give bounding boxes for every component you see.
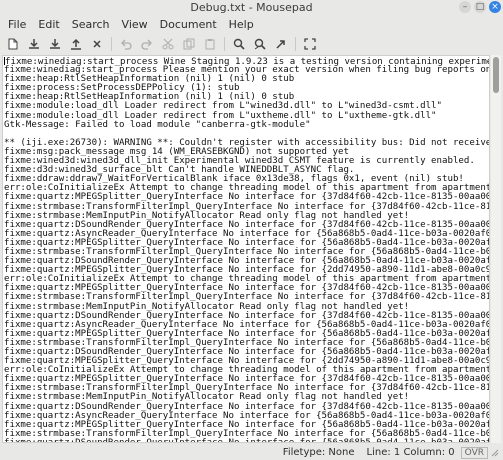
menu-file[interactable]: File (2, 18, 32, 31)
toolbar-separator (224, 37, 225, 51)
save-icon (49, 39, 60, 49)
toolbar-separator (111, 37, 112, 51)
new-document-button[interactable] (4, 36, 21, 53)
menubar: File Edit Search View Document Help (0, 15, 503, 33)
undo-button[interactable] (117, 36, 134, 53)
find-button[interactable] (230, 36, 247, 53)
overwrite-mode-indicator[interactable]: OVR (460, 446, 488, 459)
toolbar-separator (295, 37, 296, 51)
paste-icon (205, 39, 214, 50)
menu-search[interactable]: Search (66, 18, 116, 31)
fullscreen-icon (303, 38, 316, 50)
line-text: Gtk-Message: Failed to load module "canb… (4, 119, 311, 130)
close-document-icon (92, 40, 101, 48)
statusbar: Filetype: None Line: 1 Column: 0 OVR (0, 445, 503, 460)
menu-document[interactable]: Document (154, 18, 223, 31)
editor-text: fixme:winediag:start_process Wine Stagin… (3, 56, 490, 443)
line-text: fixme:quartz:DSoundRender_QueryInterface… (4, 437, 490, 443)
goto-button[interactable] (272, 36, 289, 53)
copy-button[interactable] (180, 36, 197, 53)
text-line: fixme:quartz:DSoundRender_QueryInterface… (4, 437, 490, 443)
fullscreen-button[interactable] (301, 36, 318, 53)
copy-icon (183, 38, 194, 50)
redo-icon (140, 39, 152, 50)
resize-grip-icon[interactable] (491, 449, 499, 457)
minimize-button[interactable]: – (459, 1, 471, 13)
toolbar (0, 35, 503, 53)
undo-icon (120, 39, 132, 50)
cut-icon (162, 38, 173, 50)
menu-view[interactable]: View (116, 18, 154, 31)
save-as-icon (70, 38, 81, 50)
window-controls: – □ × (459, 1, 501, 13)
vertical-scrollbar[interactable] (491, 55, 501, 443)
cut-button[interactable] (159, 36, 176, 53)
goto-icon (275, 40, 285, 49)
redo-button[interactable] (138, 36, 155, 53)
filetype-indicator[interactable]: Filetype: None (277, 447, 361, 458)
new-document-icon (8, 38, 17, 50)
scrollbar-thumb[interactable] (493, 57, 499, 93)
close-window-button[interactable]: × (489, 1, 501, 13)
window-titlebar[interactable]: Debug.txt - Mousepad – □ × (0, 0, 503, 15)
find-icon (233, 38, 245, 50)
menu-edit[interactable]: Edit (32, 18, 65, 31)
text-line: Gtk-Message: Failed to load module "canb… (4, 119, 489, 130)
menu-help[interactable]: Help (223, 18, 260, 31)
text-editor[interactable]: fixme:winediag:start_process Wine Stagin… (2, 55, 490, 443)
open-file-button[interactable] (25, 36, 42, 53)
save-as-button[interactable] (67, 36, 84, 53)
open-file-icon (28, 39, 39, 49)
cursor-position: Line: 1 Column: 0 (366, 447, 455, 458)
close-document-button[interactable] (88, 36, 105, 53)
window-title: Debug.txt - Mousepad (190, 1, 313, 14)
maximize-button[interactable]: □ (474, 1, 486, 13)
find-replace-icon (254, 38, 266, 50)
find-replace-button[interactable] (251, 36, 268, 53)
save-button[interactable] (46, 36, 63, 53)
paste-button[interactable] (201, 36, 218, 53)
